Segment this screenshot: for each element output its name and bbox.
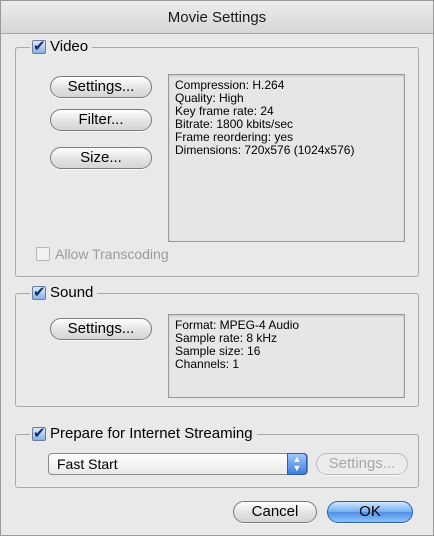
ok-button[interactable]: OK <box>327 501 413 523</box>
video-size-button[interactable]: Size... <box>50 147 152 169</box>
streaming-group: Prepare for Internet Streaming Fast Star… <box>15 424 419 488</box>
streaming-mode-value: Fast Start <box>57 456 118 472</box>
title-bar: Movie Settings <box>1 1 433 34</box>
video-label: Video <box>50 38 89 55</box>
sound-info-box: Format: MPEG-4 Audio Sample rate: 8 kHz … <box>168 314 405 398</box>
sound-info-line: Channels: 1 <box>175 357 240 371</box>
video-filter-button[interactable]: Filter... <box>50 109 152 131</box>
video-info-box: Compression: H.264 Quality: High Key fra… <box>168 74 405 242</box>
video-legend: Video <box>30 37 93 55</box>
allow-transcoding-label: Allow Transcoding <box>55 246 169 262</box>
sound-label: Sound <box>50 284 94 301</box>
video-settings-button[interactable]: Settings... <box>50 76 152 98</box>
video-checkbox[interactable] <box>32 37 46 55</box>
streaming-legend: Prepare for Internet Streaming <box>30 424 257 442</box>
streaming-label: Prepare for Internet Streaming <box>50 425 253 442</box>
movie-settings-window: Movie Settings Video Settings... Filter.… <box>0 0 434 536</box>
streaming-checkbox[interactable] <box>32 424 46 442</box>
popup-arrows-icon: ▲ ▼ <box>287 453 307 475</box>
streaming-settings-button[interactable]: Settings... <box>316 453 408 475</box>
video-info-line: Dimensions: 720x576 (1024x576) <box>175 143 355 157</box>
sound-legend: Sound <box>30 283 98 301</box>
sound-group: Sound Settings... Format: MPEG-4 Audio S… <box>15 283 419 407</box>
sound-checkbox[interactable] <box>32 283 46 301</box>
sound-settings-button[interactable]: Settings... <box>50 318 152 340</box>
window-title: Movie Settings <box>167 9 267 26</box>
cancel-button[interactable]: Cancel <box>233 501 317 523</box>
video-group: Video Settings... Filter... Size... Comp… <box>15 37 419 277</box>
allow-transcoding-checkbox[interactable] <box>36 247 50 261</box>
streaming-mode-popup[interactable]: Fast Start ▲ ▼ <box>48 453 308 475</box>
allow-transcoding-option[interactable]: Allow Transcoding <box>36 246 169 262</box>
